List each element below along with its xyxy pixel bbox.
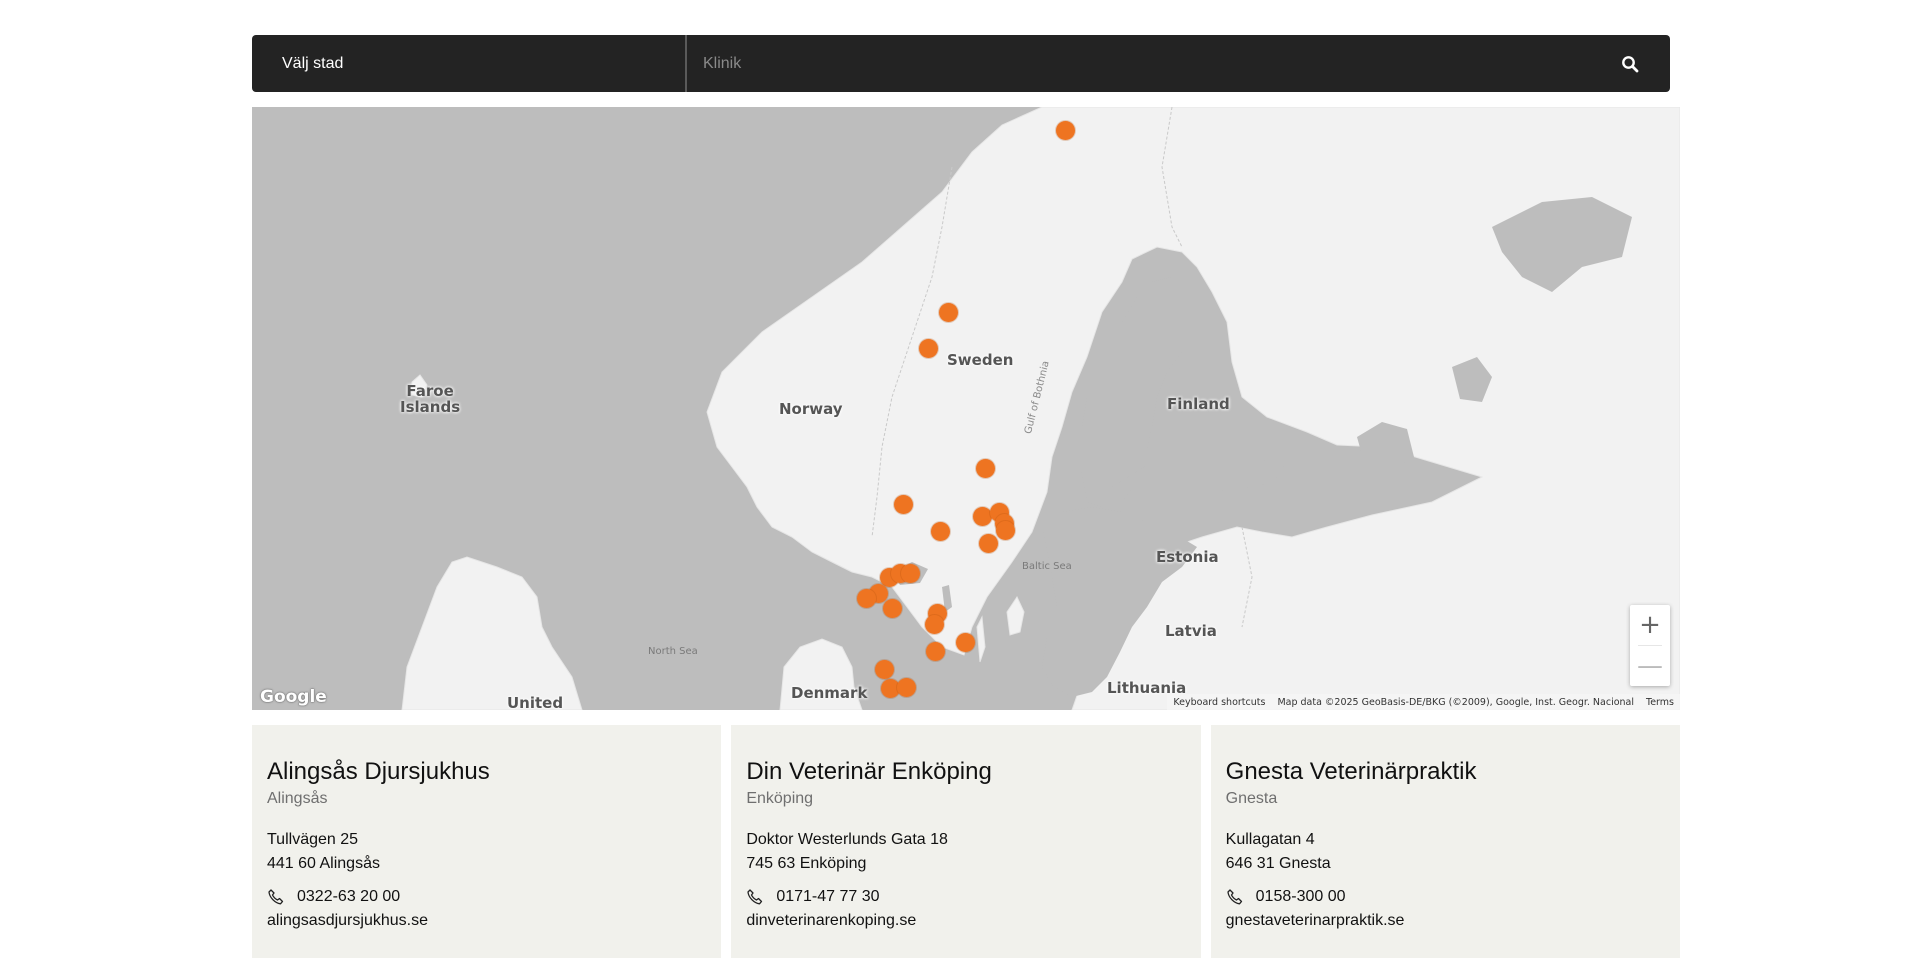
clinic-city: Alingsås (267, 790, 328, 807)
google-logo[interactable]: Google (260, 687, 327, 707)
map-label-latvia: Latvia (1165, 622, 1217, 640)
clinic-name: Alingsås Djursjukhus (267, 758, 490, 785)
map-label-north-sea: North Sea (648, 646, 698, 657)
phone-icon (268, 889, 284, 905)
clinic-name: Din Veterinär Enköping (746, 758, 992, 785)
zoom-control: + — (1630, 605, 1670, 686)
clinic-phone[interactable]: 0158-300 00 (1226, 885, 1665, 909)
clinic-marker[interactable] (1055, 120, 1075, 140)
clinic-phone[interactable]: 0322-63 20 00 (267, 885, 706, 909)
phone-icon (747, 889, 763, 905)
clinic-marker[interactable] (925, 641, 945, 661)
city-select[interactable]: Välj stad (252, 35, 687, 92)
map-base (401, 107, 1680, 710)
map-label-estonia: Estonia (1156, 548, 1219, 566)
clinic-marker[interactable] (978, 533, 998, 553)
clinic-postal: 441 60 Alingsås (267, 855, 380, 872)
clinic-phone[interactable]: 0171-47 77 30 (746, 885, 1185, 909)
clinic-website-link[interactable]: dinveterinarenkoping.se (746, 909, 1185, 933)
map-label-denmark: Denmark (791, 684, 868, 702)
map-attribution: Keyboard shortcuts Map data ©2025 GeoBas… (1167, 694, 1680, 710)
clinic-card[interactable]: Gnesta Veterinärpraktik Gnesta Kullagata… (1210, 725, 1680, 958)
clinic-cards: Alingsås Djursjukhus Alingsås Tullvägen … (252, 725, 1680, 958)
clinic-marker[interactable] (995, 520, 1015, 540)
clinic-marker[interactable] (924, 614, 944, 634)
clinic-website-link[interactable]: alingsasdjursjukhus.se (267, 909, 706, 933)
clinic-marker[interactable] (900, 563, 920, 583)
zoom-out-button[interactable]: — (1630, 646, 1670, 686)
terms-link[interactable]: Terms (1646, 697, 1674, 708)
city-select-label: Välj stad (282, 54, 344, 72)
clinic-phone-number: 0158-300 00 (1255, 888, 1346, 905)
clinic-search-input[interactable] (687, 35, 1590, 92)
clinic-marker[interactable] (893, 494, 913, 514)
clinic-card[interactable]: Alingsås Djursjukhus Alingsås Tullvägen … (252, 725, 722, 958)
phone-icon (1227, 889, 1242, 905)
clinic-map[interactable]: Faroe Islands Norway Sweden Finland Esto… (252, 107, 1680, 710)
map-label-faroe: Faroe Islands (400, 382, 461, 416)
clinic-name: Gnesta Veterinärpraktik (1225, 758, 1477, 785)
clinic-postal: 646 31 Gnesta (1225, 855, 1331, 872)
clinic-street: Doktor Westerlunds Gata 18 (746, 831, 948, 848)
search-button[interactable] (1590, 35, 1670, 92)
clinic-marker[interactable] (930, 521, 950, 541)
clinic-address: Doktor Westerlunds Gata 18 745 63 Enköpi… (746, 828, 1185, 876)
clinic-address: Kullagatan 4 646 31 Gnesta (1226, 828, 1665, 876)
clinic-street: Tullvägen 25 (267, 831, 359, 848)
clinic-street: Kullagatan 4 (1225, 831, 1315, 848)
clinic-city: Enköping (746, 790, 814, 807)
keyboard-shortcuts-link[interactable]: Keyboard shortcuts (1173, 697, 1265, 708)
map-label-baltic-sea: Baltic Sea (1022, 561, 1072, 572)
map-data-text: Map data ©2025 GeoBasis-DE/BKG (©2009), … (1277, 696, 1635, 708)
map-label-united: United (507, 694, 564, 710)
search-bar: Välj stad (252, 35, 1670, 92)
clinic-card[interactable]: Din Veterinär Enköping Enköping Doktor W… (731, 725, 1201, 958)
clinic-phone-number: 0171-47 77 30 (776, 888, 880, 905)
clinic-marker[interactable] (918, 338, 938, 358)
clinic-marker[interactable] (874, 659, 894, 679)
clinic-marker[interactable] (938, 302, 958, 322)
clinic-marker[interactable] (896, 677, 916, 697)
zoom-in-button[interactable]: + (1630, 605, 1670, 645)
search-icon (1622, 55, 1639, 72)
clinic-website-link[interactable]: gnestaveterinarpraktik.se (1226, 909, 1665, 933)
map-label-norway: Norway (779, 400, 843, 418)
clinic-postal: 745 63 Enköping (746, 855, 867, 872)
clinic-marker[interactable] (972, 506, 992, 526)
clinic-marker[interactable] (955, 632, 975, 652)
clinic-address: Tullvägen 25 441 60 Alingsås (267, 828, 706, 876)
clinic-phone-number: 0322-63 20 00 (297, 888, 401, 905)
map-label-sweden: Sweden (947, 351, 1014, 369)
clinic-marker[interactable] (975, 458, 995, 478)
clinic-city: Gnesta (1225, 790, 1278, 807)
map-label-finland: Finland (1167, 395, 1230, 413)
clinic-marker[interactable] (856, 588, 876, 608)
clinic-marker[interactable] (882, 598, 902, 618)
